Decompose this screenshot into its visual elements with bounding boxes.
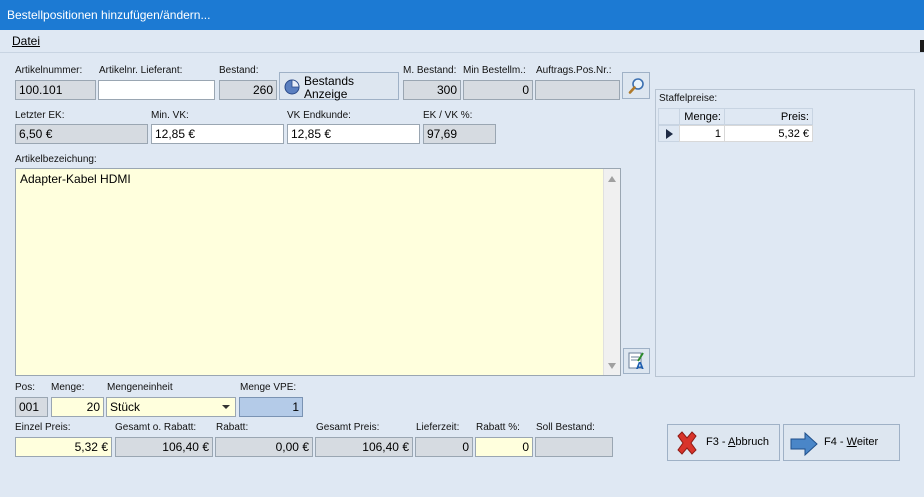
- staffel-row-preis[interactable]: 5,32 €: [724, 125, 813, 142]
- menge-label: Menge:: [51, 382, 85, 393]
- abbruch-button[interactable]: F3 - Abbruch: [667, 424, 780, 461]
- ek-vk-label: EK / VK %:: [423, 110, 473, 121]
- abbruch-label: F3 - Abbruch: [706, 436, 769, 448]
- scroll-up-icon: [608, 176, 616, 182]
- einzel-preis-label: Einzel Preis:: [15, 422, 71, 433]
- auftrags-pos-nr-label: Auftrags.Pos.Nr.:: [536, 65, 612, 76]
- pos-field[interactable]: 001: [15, 397, 48, 417]
- rabatt-pct-label: Rabatt %:: [476, 422, 520, 433]
- gesamt-preis-label: Gesamt Preis:: [316, 422, 380, 433]
- edit-text-button[interactable]: A: [623, 348, 650, 374]
- lieferzeit-label: Lieferzeit:: [416, 422, 460, 433]
- min-vk-label: Min. VK:: [151, 110, 189, 121]
- letzter-ek-field[interactable]: 6,50 €: [15, 124, 148, 144]
- staffel-column-menge[interactable]: Menge:: [679, 108, 725, 125]
- gesamt-o-rabatt-field[interactable]: 106,40 €: [115, 437, 213, 457]
- letzter-ek-label: Letzter EK:: [15, 110, 65, 121]
- row-pointer-icon: [666, 129, 673, 139]
- red-x-icon: [674, 430, 700, 459]
- gesamt-preis-field[interactable]: 106,40 €: [315, 437, 413, 457]
- bestands-button-line2: Anzeige: [304, 87, 348, 101]
- abbruch-rest: bbruch: [735, 436, 769, 448]
- mengeneinheit-select[interactable]: Stück: [106, 397, 236, 417]
- bestand-label: Bestand:: [219, 65, 259, 76]
- min-vk-field[interactable]: 12,85 €: [151, 124, 284, 144]
- rabatt-label: Rabatt:: [216, 422, 249, 433]
- weiter-label: F4 - Weiter: [824, 436, 878, 448]
- menge-vpe-label: Menge VPE:: [240, 382, 297, 393]
- menu-bar: Datei: [0, 30, 924, 53]
- pie-chart-icon: [284, 79, 300, 98]
- grid-corner-header: [658, 108, 680, 125]
- weiter-button[interactable]: F4 - Weiter: [783, 424, 900, 461]
- bestand-field[interactable]: 260: [219, 80, 277, 100]
- min-bestellm-field[interactable]: 0: [463, 80, 533, 100]
- rabatt-field[interactable]: 0,00 €: [215, 437, 313, 457]
- weiter-rest: eiter: [856, 436, 879, 448]
- scroll-down-icon: [608, 363, 616, 369]
- artikelnummer-field[interactable]: 100.101: [15, 80, 96, 100]
- vertical-scrollbar[interactable]: [603, 169, 620, 375]
- gesamt-o-rabatt-label: Gesamt o. Rabatt:: [115, 422, 197, 433]
- artikelbezeichnung-label: Artikelbezeichung:: [15, 154, 97, 165]
- window-title: Bestellpositionen hinzufügen/ändern...: [7, 8, 211, 22]
- abbruch-key: F3 -: [706, 436, 729, 448]
- m-bestand-label: M. Bestand:: [403, 65, 457, 76]
- vk-endkunde-field[interactable]: 12,85 €: [287, 124, 420, 144]
- artikelbezeichnung-text: Adapter-Kabel HDMI: [20, 172, 131, 186]
- soll-bestand-label: Soll Bestand:: [536, 422, 595, 433]
- rabatt-pct-field[interactable]: 0: [475, 437, 533, 457]
- staffelpreise-label: Staffelpreise:: [659, 93, 718, 104]
- artikelbezeichnung-textarea[interactable]: Adapter-Kabel HDMI: [15, 168, 621, 376]
- weiter-key: F4 -: [824, 436, 847, 448]
- vk-endkunde-label: VK Endkunde:: [287, 110, 351, 121]
- menu-datei[interactable]: Datei: [12, 34, 40, 48]
- bestands-anzeige-button[interactable]: Bestands Anzeige: [279, 72, 399, 101]
- title-bar: Bestellpositionen hinzufügen/ändern...: [0, 0, 924, 30]
- row-selector[interactable]: [658, 125, 680, 142]
- menge-field[interactable]: 20: [51, 397, 104, 417]
- staffelpreise-panel: Staffelpreise: Menge: Preis: 1 5,32 €: [655, 89, 915, 377]
- mengeneinheit-label: Mengeneinheit: [107, 382, 173, 393]
- weiter-mnemonic: W: [846, 436, 857, 448]
- search-button[interactable]: [622, 72, 650, 99]
- min-bestellm-label: Min Bestellm.:: [463, 65, 526, 76]
- pos-label: Pos:: [15, 382, 36, 393]
- lieferzeit-field[interactable]: 0: [415, 437, 473, 457]
- staffel-column-preis[interactable]: Preis:: [724, 108, 813, 125]
- einzel-preis-field[interactable]: 5,32 €: [15, 437, 112, 457]
- window-edge-marker: [920, 40, 924, 52]
- magnifier-icon: [628, 77, 646, 98]
- mengeneinheit-value: Stück: [110, 400, 141, 414]
- artikelnummer-label: Artikelnummer:: [15, 65, 83, 76]
- artikelnr-lieferant-label: Artikelnr. Lieferant:: [99, 65, 183, 76]
- menge-vpe-field[interactable]: 1: [239, 397, 303, 417]
- soll-bestand-field[interactable]: [535, 437, 613, 457]
- svg-text:A: A: [636, 361, 644, 370]
- blue-arrow-right-icon: [789, 431, 819, 460]
- chevron-down-icon[interactable]: [221, 398, 231, 416]
- m-bestand-field[interactable]: 300: [403, 80, 461, 100]
- spell-edit-icon: A: [628, 352, 646, 373]
- staffel-row-menge[interactable]: 1: [679, 125, 725, 142]
- artikelnr-lieferant-field[interactable]: [98, 80, 215, 100]
- ek-vk-field[interactable]: 97,69: [423, 124, 496, 144]
- auftrags-pos-nr-field[interactable]: [535, 80, 620, 100]
- bestands-button-line1: Bestands: [304, 74, 355, 88]
